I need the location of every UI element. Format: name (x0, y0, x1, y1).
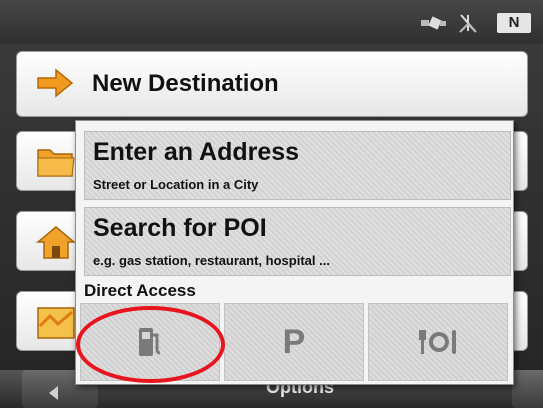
status-bar: N (0, 0, 543, 44)
new-destination-popup: Enter an Address Street or Location in a… (75, 120, 514, 385)
arrow-right-icon (37, 68, 74, 98)
enter-address-title: Enter an Address (93, 138, 300, 166)
parking-icon: P (282, 323, 306, 361)
back-arrow-icon (49, 386, 58, 400)
direct-access-parking-button[interactable]: P (224, 303, 364, 381)
next-button[interactable] (512, 370, 543, 408)
new-destination-button[interactable]: New Destination (16, 51, 528, 117)
direct-access-restaurant-button[interactable] (368, 303, 508, 381)
restaurant-icon (419, 330, 456, 354)
home-icon (36, 226, 76, 259)
search-poi-option[interactable]: Search for POI e.g. gas station, restaur… (84, 207, 511, 276)
direct-access-fuel-button[interactable] (80, 303, 220, 381)
gps-signal-icon (421, 16, 446, 30)
direct-access-label: Direct Access (84, 281, 196, 300)
enter-address-subtitle: Street or Location in a City (93, 177, 259, 192)
map-icon (37, 307, 75, 339)
compass-north-indicator[interactable]: N (497, 13, 531, 33)
search-poi-title: Search for POI (93, 214, 267, 242)
enter-address-option[interactable]: Enter an Address Street or Location in a… (84, 131, 511, 200)
new-destination-label: New Destination (92, 70, 279, 97)
search-poi-subtitle: e.g. gas station, restaurant, hospital .… (93, 253, 330, 268)
satellite-icon (459, 14, 477, 33)
fuel-pump-icon (139, 328, 161, 356)
navigation-screen: N New Destination Options Enter an Addre… (0, 0, 543, 408)
folder-icon (37, 149, 75, 177)
